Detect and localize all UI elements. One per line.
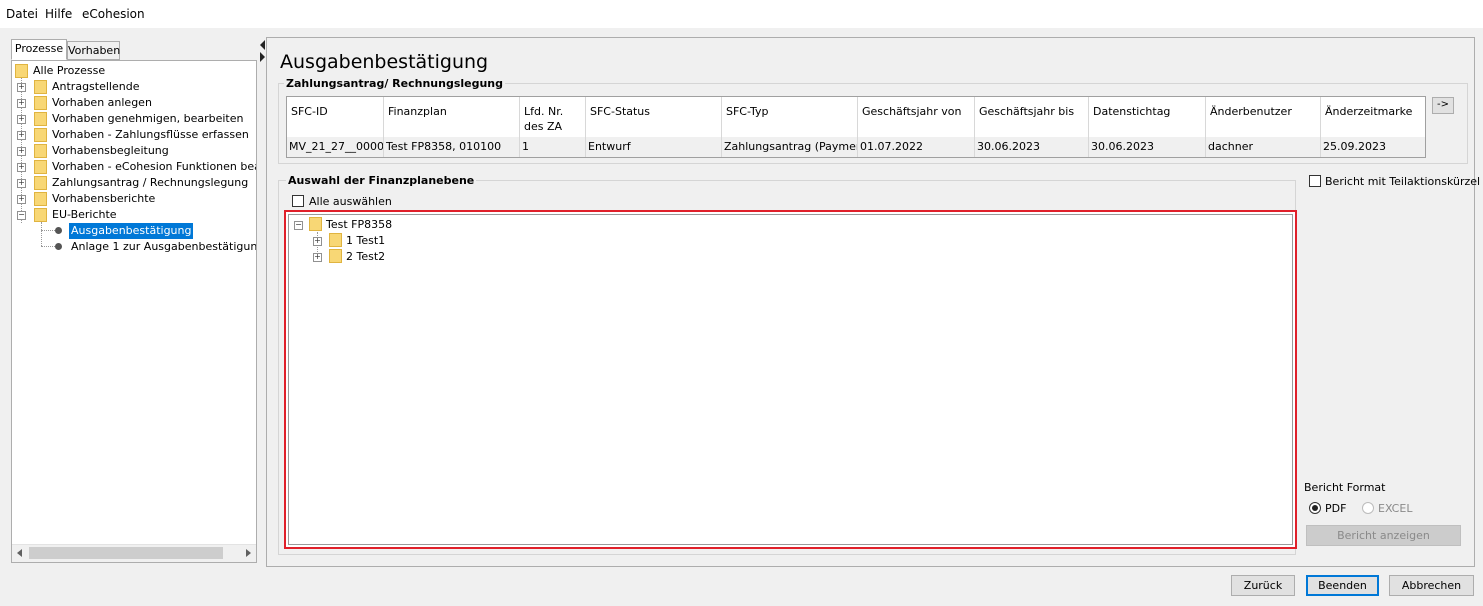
process-tree[interactable]: Alle Prozesse + Antragstellende + Vorhab…: [11, 60, 257, 563]
table-cell[interactable]: dachner: [1206, 137, 1321, 157]
tree-item-anlage-1[interactable]: Anlage 1 zur Ausgabenbestätigung: [71, 239, 256, 255]
tree-item-vorhaben-genehmigen[interactable]: Vorhaben genehmigen, bearbeiten: [52, 111, 243, 127]
expand-icon[interactable]: +: [17, 195, 26, 204]
tab-vorhaben[interactable]: Vorhaben: [67, 41, 120, 60]
column-header[interactable]: SFC-Typ: [722, 97, 858, 137]
menu-bar: Datei Hilfe eCohesion: [0, 0, 1483, 28]
column-header[interactable]: SFC-Status: [586, 97, 722, 137]
page-title: Ausgabenbestätigung: [280, 51, 489, 73]
tree-item-vorhaben-anlegen[interactable]: Vorhaben anlegen: [52, 95, 152, 111]
collapse-icon[interactable]: −: [17, 211, 26, 220]
show-report-button[interactable]: Bericht anzeigen: [1306, 525, 1461, 546]
teilaktion-checkbox[interactable]: [1309, 175, 1321, 187]
folder-icon: [34, 208, 47, 222]
tree-item-zahlungsantrag[interactable]: Zahlungsantrag / Rechnungslegung: [52, 175, 248, 191]
expand-icon[interactable]: +: [17, 147, 26, 156]
report-format-label: Bericht Format: [1304, 481, 1386, 494]
expand-icon[interactable]: +: [17, 131, 26, 140]
column-header[interactable]: SFC-ID: [287, 97, 384, 137]
fin-tree-root[interactable]: Test FP8358: [326, 217, 392, 233]
radio-pdf-label: PDF: [1325, 502, 1347, 515]
collapse-icon[interactable]: −: [294, 221, 303, 230]
column-header[interactable]: Änderbenutzer: [1206, 97, 1321, 137]
table-cell[interactable]: 25.09.2023: [1321, 137, 1425, 157]
column-header[interactable]: Änderzeitmarke: [1321, 97, 1425, 137]
scroll-right-icon[interactable]: [246, 549, 251, 557]
teilaktion-label: Bericht mit Teilaktionskürzel: [1325, 175, 1481, 188]
folder-icon: [34, 80, 47, 94]
finanzplan-tree[interactable]: − Test FP8358 + 1 Test1 + 2 Test2: [288, 214, 1293, 545]
tree-item-ausgabenbestaetigung[interactable]: Ausgabenbestätigung: [69, 223, 194, 239]
finanzplan-tree-highlight: − Test FP8358 + 1 Test1 + 2 Test2: [284, 210, 1297, 549]
finish-button[interactable]: Beenden: [1306, 575, 1379, 596]
arrow-button[interactable]: ->: [1432, 97, 1454, 114]
folder-icon: [329, 249, 342, 263]
folder-icon: [15, 64, 28, 78]
collapse-left-icon[interactable]: [260, 40, 265, 50]
expand-icon[interactable]: +: [17, 115, 26, 124]
expand-right-icon[interactable]: [260, 52, 265, 62]
tree-item-antragstellende[interactable]: Antragstellende: [52, 79, 139, 95]
tree-item-vorhabensberichte[interactable]: Vorhabensberichte: [52, 191, 155, 207]
radio-pdf[interactable]: [1309, 502, 1321, 514]
column-header[interactable]: Lfd. Nr. des ZA: [520, 97, 586, 137]
group-finanzplanebene-label: Auswahl der Finanzplanebene: [286, 174, 477, 187]
radio-excel[interactable]: [1362, 502, 1374, 514]
tree-item-zahlungsfluesse[interactable]: Vorhaben - Zahlungsflüsse erfassen: [52, 127, 249, 143]
table-cell[interactable]: 1: [520, 137, 586, 157]
table-cell[interactable]: MV_21_27__000000: [287, 137, 384, 157]
folder-icon: [309, 217, 322, 231]
column-header[interactable]: Geschäftsjahr bis: [975, 97, 1089, 137]
group-zahlungsantrag-label: Zahlungsantrag/ Rechnungslegung: [284, 77, 506, 90]
menu-hilfe[interactable]: Hilfe: [45, 7, 72, 21]
table-cell[interactable]: Entwurf: [586, 137, 722, 157]
table-cell[interactable]: 01.07.2022: [858, 137, 975, 157]
folder-icon: [34, 192, 47, 206]
expand-icon[interactable]: +: [17, 99, 26, 108]
tree-item-ecohesion-funktionen[interactable]: Vorhaben - eCohesion Funktionen bearbeit…: [52, 159, 256, 175]
scroll-left-icon[interactable]: [17, 549, 22, 557]
table-cell[interactable]: Test FP8358, 010100: [384, 137, 520, 157]
leaf-icon: [55, 227, 62, 234]
folder-icon: [34, 144, 47, 158]
expand-icon[interactable]: +: [313, 253, 322, 262]
fin-tree-item-test2[interactable]: 2 Test2: [346, 249, 385, 265]
back-button[interactable]: Zurück: [1231, 575, 1295, 596]
leaf-icon: [55, 243, 62, 250]
tree-item-vorhabensbegleitung[interactable]: Vorhabensbegleitung: [52, 143, 169, 159]
folder-icon: [34, 176, 47, 190]
folder-icon: [329, 233, 342, 247]
table-cell[interactable]: Zahlungsantrag (Payment A: [722, 137, 858, 157]
tree-root[interactable]: Alle Prozesse: [33, 63, 105, 79]
menu-datei[interactable]: Datei: [6, 7, 38, 21]
radio-excel-label: EXCEL: [1378, 502, 1413, 515]
select-all-checkbox[interactable]: [292, 195, 304, 207]
folder-icon: [34, 128, 47, 142]
table-cell[interactable]: 30.06.2023: [1089, 137, 1206, 157]
column-header[interactable]: Datenstichtag: [1089, 97, 1206, 137]
column-header[interactable]: Geschäftsjahr von: [858, 97, 975, 137]
tree-item-eu-berichte[interactable]: EU-Berichte: [52, 207, 117, 223]
horizontal-scrollbar[interactable]: [12, 544, 256, 562]
folder-icon: [34, 112, 47, 126]
table-cell[interactable]: 30.06.2023: [975, 137, 1089, 157]
cancel-button[interactable]: Abbrechen: [1389, 575, 1474, 596]
menu-ecohesion[interactable]: eCohesion: [82, 7, 145, 21]
column-header[interactable]: Finanzplan: [384, 97, 520, 137]
expand-icon[interactable]: +: [313, 237, 322, 246]
expand-icon[interactable]: +: [17, 83, 26, 92]
zahlungsantrag-table[interactable]: SFC-ID Finanzplan Lfd. Nr. des ZA SFC-St…: [286, 96, 1426, 158]
scrollbar-thumb[interactable]: [29, 547, 223, 559]
folder-icon: [34, 160, 47, 174]
tab-prozesse[interactable]: Prozesse: [11, 39, 67, 60]
select-all-label: Alle auswählen: [309, 195, 392, 208]
expand-icon[interactable]: +: [17, 179, 26, 188]
expand-icon[interactable]: +: [17, 163, 26, 172]
folder-icon: [34, 96, 47, 110]
fin-tree-item-test1[interactable]: 1 Test1: [346, 233, 385, 249]
